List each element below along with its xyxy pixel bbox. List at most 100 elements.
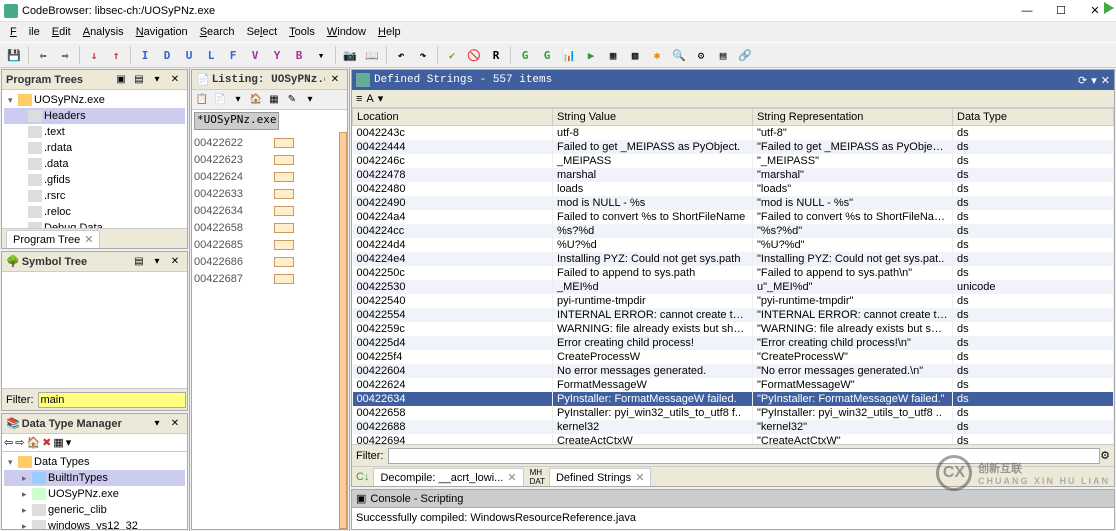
dtm-more-icon[interactable]: ▾ [66, 436, 72, 449]
minimize-button[interactable]: — [1010, 2, 1044, 20]
overview-marker[interactable] [339, 132, 347, 529]
listing-line[interactable]: 00422685 [194, 236, 345, 253]
tool-r-icon[interactable]: R [486, 45, 506, 65]
table-row[interactable]: 0042250cFailed to append to sys.path"Fai… [353, 266, 1114, 280]
lt-more-icon[interactable]: ▾ [302, 92, 318, 108]
dtm-view-icon[interactable]: ▦ [53, 436, 63, 449]
tree-root[interactable]: ▾UOSyPNz.exe [4, 92, 185, 108]
save-icon[interactable]: 💾 [4, 45, 24, 65]
menu-navigation[interactable]: Navigation [130, 24, 194, 40]
dtm-win[interactable]: ▸windows_vs12_32 [4, 518, 185, 529]
table-row[interactable]: 0042243cutf-8"utf-8"ds [353, 126, 1114, 141]
lt-down-icon[interactable]: ▾ [230, 92, 246, 108]
tree-item-gfids[interactable]: .gfids [4, 172, 185, 188]
strings-tab[interactable]: Defined Strings✕ [549, 468, 651, 486]
listing-line[interactable]: 00422624 [194, 168, 345, 185]
tool-i-icon[interactable]: I [135, 45, 155, 65]
menu-select[interactable]: Select [241, 24, 284, 40]
symbol-tree-body[interactable] [2, 272, 187, 388]
menu-file[interactable]: File [4, 24, 46, 40]
table-row[interactable]: 00422624FormatMessageW"FormatMessageW"ds [353, 378, 1114, 392]
table-row[interactable]: 00422490mod is NULL - %s"mod is NULL - %… [353, 196, 1114, 210]
lt-home-icon[interactable]: 🏠 [248, 92, 264, 108]
dropdown-icon[interactable]: ▾ [311, 45, 331, 65]
st-tool3-icon[interactable]: ▾ [378, 92, 384, 105]
dtm-body[interactable]: ▾Data Types ▸BuiltInTypes ▸UOSyPNz.exe ▸… [2, 452, 187, 529]
col-data-type[interactable]: Data Type [953, 109, 1114, 126]
back-icon[interactable]: ⇦ [33, 45, 53, 65]
tree-item-rsrc[interactable]: .rsrc [4, 188, 185, 204]
table-row[interactable]: 004224a4Failed to convert %s to ShortFil… [353, 210, 1114, 224]
dtm-menu-icon[interactable]: ▾ [149, 416, 165, 432]
nav-next-icon[interactable]: ↑ [106, 45, 126, 65]
st-close-icon[interactable]: ✕ [167, 254, 183, 270]
stack-icon[interactable]: ▦ [603, 45, 623, 65]
listing-line[interactable]: 00422633 [194, 185, 345, 202]
dtm-exe[interactable]: ▸UOSyPNz.exe [4, 486, 185, 502]
program-tree-tab[interactable]: Program Tree✕ [6, 230, 100, 248]
table-row[interactable]: 0042246c_MEIPASS"_MEIPASS"ds [353, 154, 1114, 168]
lt-edit-icon[interactable]: ✎ [284, 92, 300, 108]
table-row[interactable]: 00422444Failed to get _MEIPASS as PyObje… [353, 140, 1114, 154]
pt-close-icon[interactable]: ✕ [167, 72, 183, 88]
tree-item-DebugData[interactable]: Debug Data [4, 220, 185, 228]
strings-close-icon[interactable]: ✕ [1101, 74, 1110, 87]
strings-menu-icon[interactable]: ▾ [1091, 74, 1097, 87]
book-icon[interactable]: 📖 [362, 45, 382, 65]
table-row[interactable]: 00422604No error messages generated."No … [353, 364, 1114, 378]
tool-g1-icon[interactable]: G [515, 45, 535, 65]
nav-prev-icon[interactable]: ↓ [84, 45, 104, 65]
listing-line[interactable]: 00422658 [194, 219, 345, 236]
maximize-button[interactable]: ☐ [1044, 2, 1078, 20]
dtm-builtin[interactable]: ▸BuiltInTypes [4, 470, 185, 486]
pt-btn2-icon[interactable]: ▤ [131, 72, 147, 88]
strings-filter-input[interactable] [388, 448, 1101, 464]
pt-btn1-icon[interactable]: ▣ [113, 72, 129, 88]
link-icon[interactable]: 🔗 [735, 45, 755, 65]
console-body[interactable]: Successfully compiled: WindowsResourceRe… [352, 508, 1114, 529]
listing-file-tab[interactable]: *UOSyPNz.exe [194, 112, 279, 130]
st-tool2-icon[interactable]: A [366, 93, 373, 105]
run-arrow-icon[interactable] [1104, 2, 1114, 14]
col-string-value[interactable]: String Value [553, 109, 753, 126]
tree-item-text[interactable]: .text [4, 124, 185, 140]
st-btn-icon[interactable]: ▤ [131, 254, 147, 270]
dtm-clib[interactable]: ▸generic_clib [4, 502, 185, 518]
camera-icon[interactable]: 📷 [340, 45, 360, 65]
col-string-rep[interactable]: String Representation [753, 109, 953, 126]
dtm-filter-icon[interactable]: ✖ [42, 436, 51, 449]
listing-line[interactable]: 00422623 [194, 151, 345, 168]
tree-item-Headers[interactable]: Headers [4, 108, 185, 124]
table-row[interactable]: 00422480loads"loads"ds [353, 182, 1114, 196]
tree-item-reloc[interactable]: .reloc [4, 204, 185, 220]
tool-d-icon[interactable]: D [157, 45, 177, 65]
table-row[interactable]: 00422688kernel32"kernel32"ds [353, 420, 1114, 434]
table-row[interactable]: 004224d4%U?%d"%U?%d"ds [353, 238, 1114, 252]
menu-search[interactable]: Search [194, 24, 241, 40]
tool-v-icon[interactable]: V [245, 45, 265, 65]
listing-line[interactable]: 00422634 [194, 202, 345, 219]
lt-paste-icon[interactable]: 📄 [212, 92, 228, 108]
lt-copy-icon[interactable]: 📋 [194, 92, 210, 108]
strings-tab-close-icon[interactable]: ✕ [635, 472, 644, 484]
dtm-close-icon[interactable]: ✕ [167, 416, 183, 432]
grid-icon[interactable]: ▩ [625, 45, 645, 65]
menu-help[interactable]: Help [372, 24, 407, 40]
listing-line[interactable]: 00422686 [194, 253, 345, 270]
dtm-root[interactable]: ▾Data Types [4, 454, 185, 470]
table-row[interactable]: 004224e4Installing PYZ: Could not get sy… [353, 252, 1114, 266]
menu-analysis[interactable]: Analysis [77, 24, 130, 40]
tool-y-icon[interactable]: Y [267, 45, 287, 65]
strings-table[interactable]: Location String Value String Representat… [352, 108, 1114, 444]
gear-icon[interactable]: ⚙ [691, 45, 711, 65]
search-icon[interactable]: 🔍 [669, 45, 689, 65]
tool-b-icon[interactable]: B [289, 45, 309, 65]
star-icon[interactable]: ✱ [647, 45, 667, 65]
cancel-icon[interactable]: 🚫 [464, 45, 484, 65]
table-row[interactable]: 004225d4Error creating child process!"Er… [353, 336, 1114, 350]
tab-close-icon[interactable]: ✕ [84, 234, 93, 246]
listing-close-icon[interactable]: ✕ [327, 72, 343, 88]
dtm-back-icon[interactable]: ⇦ [4, 436, 13, 449]
symbol-filter-input[interactable] [38, 392, 186, 408]
dtm-home-icon[interactable]: 🏠 [26, 436, 40, 449]
